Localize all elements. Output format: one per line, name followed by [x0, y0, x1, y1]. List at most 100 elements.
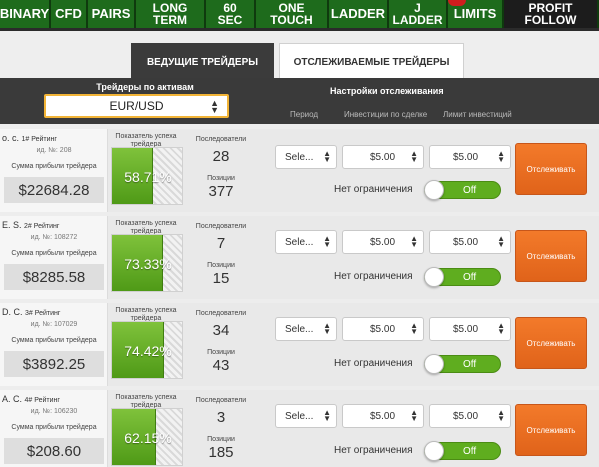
nav-tab-cfd[interactable]: CFD — [51, 0, 88, 28]
positions-value: 43 — [212, 357, 230, 374]
positions-label: Позиции — [207, 436, 235, 443]
trader-info: E. S. 2# Рейтинг ид. №: 108272 Сумма при… — [0, 216, 108, 299]
profit-value: $208.60 — [4, 438, 104, 464]
positions-value: 185 — [208, 444, 234, 461]
nav-tab-profit-follow[interactable]: PROFIT FOLLOW — [504, 0, 599, 28]
trader-rank: 2# Рейтинг — [24, 223, 60, 230]
toggle-knob — [424, 441, 444, 461]
investment-select[interactable]: $5.00 ▲ ▼ — [342, 230, 424, 254]
investment-select[interactable]: $5.00 ▲ ▼ — [342, 404, 424, 428]
nav-tab-label: J LADDER — [392, 1, 443, 27]
limit-select[interactable]: $5.00 ▲ ▼ — [429, 317, 511, 341]
trader-name: D. C. — [2, 307, 23, 317]
column-limit: Лимит инвестиций — [443, 110, 512, 119]
nav-tab-label: CFD — [55, 6, 82, 21]
toggle-knob — [424, 267, 444, 287]
limit-toggle[interactable]: Off — [424, 267, 501, 287]
success-value: 58.71% — [124, 169, 172, 185]
tab-leading-traders[interactable]: ВЕДУЩИЕ ТРЕЙДЕРЫ — [131, 43, 274, 81]
select-arrows-icon: ▲ ▼ — [410, 234, 418, 249]
nav-tab-label: ONE TOUCH — [270, 1, 313, 27]
followers-value: 34 — [212, 322, 230, 339]
profit-label: Сумма прибыли трейдера — [11, 163, 97, 170]
success-value: 62.15% — [124, 430, 172, 446]
top-nav: BINARY CFD PAIRS LONG TERM 60 SEC ONE TO… — [0, 0, 599, 28]
limit-toggle[interactable]: Off — [424, 354, 501, 374]
followers-label: Последователи — [195, 136, 247, 143]
nav-tab-binary[interactable]: BINARY — [0, 0, 51, 28]
period-select[interactable]: Sele... ▲ ▼ — [275, 230, 337, 254]
limit-value: $5.00 — [453, 323, 479, 335]
track-button-label: Отслеживать — [526, 164, 576, 174]
tab-label: ВЕДУЩИЕ ТРЕЙДЕРЫ — [146, 56, 259, 68]
trader-rank: 1# Рейтинг — [21, 136, 57, 143]
track-button[interactable]: Отслеживать — [515, 317, 587, 369]
positions-label: Позиции — [207, 175, 235, 182]
tracking-settings-heading: Настройки отслеживания — [330, 86, 444, 96]
success-gauge: 73.33% — [111, 234, 183, 292]
limit-value: $5.00 — [453, 410, 479, 422]
no-limit-label: Нет ограничения — [334, 184, 413, 195]
followers-label: Последователи — [195, 223, 247, 230]
tab-label: ОТСЛЕЖИВАЕМЫЕ ТРЕЙДЕРЫ — [293, 57, 450, 68]
nav-tab-label: PAIRS — [91, 6, 131, 21]
profit-label: Сумма прибыли трейдера — [11, 337, 97, 344]
profit-value: $8285.58 — [4, 264, 104, 290]
success-value: 73.33% — [124, 256, 172, 272]
limit-toggle[interactable]: Off — [424, 441, 501, 461]
trader-info: A. C. 4# Рейтинг ид. №: 106230 Сумма при… — [0, 390, 108, 467]
nav-tab-pairs[interactable]: PAIRS — [88, 0, 136, 28]
success-value: 74.42% — [124, 343, 172, 359]
limit-select[interactable]: $5.00 ▲ ▼ — [429, 404, 511, 428]
nav-tab-one-touch[interactable]: ONE TOUCH — [256, 0, 329, 28]
column-investment: Инвестиции по сделке — [344, 110, 428, 119]
track-button[interactable]: Отслеживать — [515, 143, 587, 195]
trader-rank: 4# Рейтинг — [24, 397, 60, 404]
nav-tab-j-ladder[interactable]: J LADDER — [389, 0, 448, 28]
period-select[interactable]: Sele... ▲ ▼ — [275, 145, 337, 169]
period-select[interactable]: Sele... ▲ ▼ — [275, 317, 337, 341]
select-arrows-icon: ▲ ▼ — [497, 408, 505, 423]
nav-tab-long-term[interactable]: LONG TERM — [136, 0, 206, 28]
tab-tracked-traders[interactable]: ОТСЛЕЖИВАЕМЫЕ ТРЕЙДЕРЫ — [279, 43, 464, 81]
investment-value: $5.00 — [370, 151, 396, 163]
select-arrows-icon: ▲ ▼ — [410, 321, 418, 336]
select-arrows-icon: ▲ ▼ — [323, 149, 331, 164]
asset-select[interactable]: EUR/USD ▲ ▼ — [44, 94, 229, 118]
trader-name-line: A. C. 4# Рейтинг — [2, 394, 60, 404]
investment-value: $5.00 — [370, 323, 396, 335]
limit-toggle[interactable]: Off — [424, 180, 501, 200]
investment-value: $5.00 — [370, 410, 396, 422]
investment-select[interactable]: $5.00 ▲ ▼ — [342, 145, 424, 169]
no-limit-label: Нет ограничения — [334, 271, 413, 282]
nav-tab-label: 60 SEC — [217, 1, 243, 27]
limit-value: $5.00 — [453, 236, 479, 248]
limit-select[interactable]: $5.00 ▲ ▼ — [429, 230, 511, 254]
toggle-knob — [424, 354, 444, 374]
followers-value: 7 — [216, 235, 226, 252]
trader-id: ид. №: 107029 — [30, 321, 78, 328]
followers-value: 3 — [216, 409, 226, 426]
trader-row: о. с. 1# Рейтинг ид. №: 208 Сумма прибыл… — [0, 129, 599, 212]
success-gauge: 74.42% — [111, 321, 183, 379]
success-gauge: 62.15% — [111, 408, 183, 466]
followers-label: Последователи — [195, 310, 247, 317]
followers-value: 28 — [212, 148, 230, 165]
period-select[interactable]: Sele... ▲ ▼ — [275, 404, 337, 428]
limit-select[interactable]: $5.00 ▲ ▼ — [429, 145, 511, 169]
followers-label: Последователи — [195, 397, 247, 404]
nav-tab-ladder[interactable]: LADDER — [329, 0, 389, 28]
trader-name-line: D. C. 3# Рейтинг — [2, 307, 60, 317]
limit-value: $5.00 — [453, 151, 479, 163]
track-button[interactable]: Отслеживать — [515, 404, 587, 456]
toggle-label: Off — [463, 359, 477, 370]
nav-tab-label: BINARY — [0, 6, 50, 21]
trader-name: о. с. — [2, 133, 20, 143]
table-header: Трейдеры по активам EUR/USD ▲ ▼ Настройки… — [0, 78, 599, 124]
profit-label: Сумма прибыли трейдера — [11, 250, 97, 257]
nav-tab-60-sec[interactable]: 60 SEC — [206, 0, 256, 28]
track-button[interactable]: Отслеживать — [515, 230, 587, 282]
track-button-label: Отслеживать — [526, 251, 576, 261]
select-arrows-icon: ▲ ▼ — [410, 149, 418, 164]
investment-select[interactable]: $5.00 ▲ ▼ — [342, 317, 424, 341]
